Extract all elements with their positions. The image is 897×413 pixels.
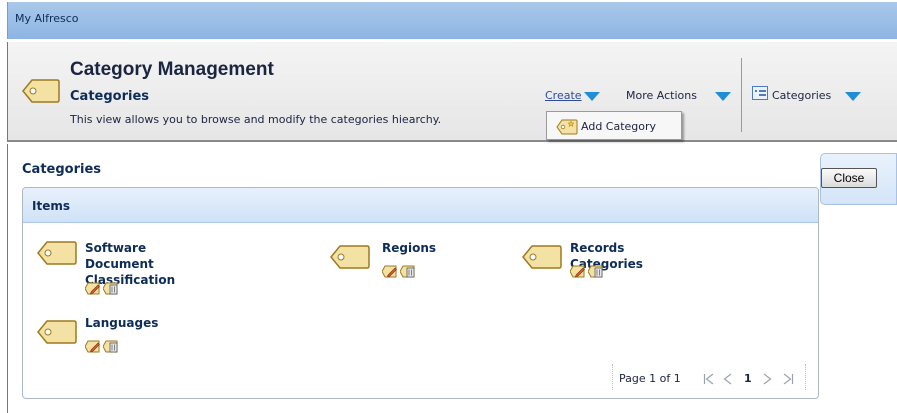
create-dropdown-icon[interactable]	[584, 92, 600, 101]
category-name[interactable]: Regions	[382, 240, 436, 256]
previous-page-icon[interactable]	[723, 373, 732, 385]
header-divider	[741, 58, 742, 132]
delete-category-icon[interactable]	[400, 264, 416, 279]
create-menu-link[interactable]: Create	[545, 89, 582, 102]
pager: Page 1 of 1 1	[612, 364, 806, 390]
page-title: Category Management	[70, 59, 274, 80]
add-category-menu-item[interactable]: Add Category	[546, 111, 682, 140]
add-category-label: Add Category	[581, 120, 657, 133]
close-button[interactable]: Close	[821, 168, 877, 188]
category-name-line: Software Document	[85, 241, 154, 271]
current-page-number[interactable]: 1	[744, 372, 752, 385]
category-tag-icon[interactable]	[522, 244, 562, 270]
next-page-icon[interactable]	[763, 373, 772, 385]
list-view-icon	[752, 86, 768, 100]
category-tag-icon[interactable]	[37, 240, 77, 266]
delete-category-icon[interactable]	[103, 339, 119, 354]
delete-category-icon[interactable]	[588, 264, 604, 279]
edit-category-icon[interactable]	[570, 264, 586, 279]
page-subtitle: Categories	[70, 89, 150, 104]
content-title: Categories	[22, 162, 102, 177]
view-selector[interactable]: Categories	[772, 89, 831, 102]
edit-category-icon[interactable]	[382, 264, 398, 279]
page-header: Category Management Categories This view…	[7, 42, 897, 142]
top-bar: My Alfresco	[7, 2, 897, 39]
last-page-icon[interactable]	[783, 373, 794, 385]
items-panel-title: Items	[32, 199, 70, 213]
more-actions-menu[interactable]: More Actions	[626, 89, 697, 102]
app-title: My Alfresco	[15, 12, 79, 25]
edit-category-icon[interactable]	[85, 281, 101, 296]
page-description: This view allows you to browse and modif…	[70, 113, 442, 126]
page-indicator: Page 1 of 1	[619, 372, 681, 385]
delete-category-icon[interactable]	[103, 281, 119, 296]
category-name[interactable]: Languages	[85, 315, 158, 331]
category-tag-icon[interactable]	[37, 319, 77, 345]
more-actions-dropdown-icon[interactable]	[715, 92, 731, 101]
first-page-icon[interactable]	[703, 373, 714, 385]
add-category-icon	[556, 119, 578, 135]
edit-category-icon[interactable]	[85, 339, 101, 354]
view-dropdown-icon[interactable]	[845, 92, 861, 101]
items-panel-header: Items	[23, 188, 818, 223]
category-tag-icon[interactable]	[330, 244, 370, 270]
category-tag-icon	[22, 79, 60, 103]
